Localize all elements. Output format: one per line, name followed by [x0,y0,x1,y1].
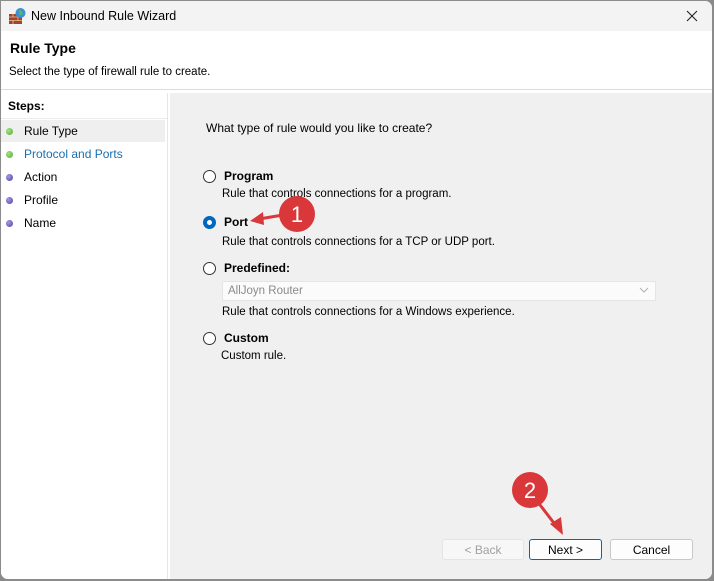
option-label[interactable]: Predefined: [224,261,290,275]
step-label: Action [24,170,58,184]
close-icon [686,10,698,22]
port-radio[interactable] [203,215,216,229]
step-pending-icon [6,196,13,204]
option-description: Custom rule. [221,350,287,362]
option-label[interactable]: Custom [224,331,269,345]
select-value: AllJoyn Router [228,285,303,297]
step-pending-icon [6,219,13,227]
option-description: Rule that controls connections for a pro… [222,188,452,200]
step-profile: Profile [1,189,165,211]
chevron-down-icon [639,287,649,293]
page-title: Rule Type [10,40,76,56]
step-protocol-and-ports[interactable]: Protocol and Ports [1,143,165,165]
main-panel: What type of rule would you like to crea… [170,93,712,579]
question-text: What type of rule would you like to crea… [206,121,433,135]
page-subtitle: Select the type of firewall rule to crea… [9,66,211,78]
cancel-button[interactable]: Cancel [610,539,693,560]
close-button[interactable] [672,1,712,31]
option-program[interactable]: Program [203,169,273,183]
predefined-radio[interactable] [203,261,216,275]
step-completed-icon [6,150,13,158]
step-label: Name [24,216,57,230]
steps-sidebar: Steps: Rule Type Protocol and Ports Acti… [1,93,168,579]
option-custom[interactable]: Custom [203,331,269,345]
next-button[interactable]: Next > [529,539,602,560]
program-radio[interactable] [203,169,216,183]
option-description: Rule that controls connections for a Win… [222,306,515,318]
window-title: New Inbound Rule Wizard [31,9,177,23]
step-rule-type[interactable]: Rule Type [1,120,165,142]
option-predefined[interactable]: Predefined: [203,261,290,275]
back-button[interactable]: < Back [442,539,524,560]
predefined-select[interactable]: AllJoyn Router [222,281,656,301]
wizard-header: Rule Type Select the type of firewall ru… [1,31,712,90]
divider [1,118,167,119]
option-description: Rule that controls connections for a TCP… [222,236,495,248]
title-bar[interactable]: New Inbound Rule Wizard [1,1,712,31]
firewall-icon [9,8,26,24]
option-label[interactable]: Port [224,215,248,229]
step-name: Name [1,212,165,234]
option-label[interactable]: Program [224,169,273,183]
step-pending-icon [6,173,13,181]
step-label: Rule Type [24,124,78,138]
step-action: Action [1,166,165,188]
wizard-window: New Inbound Rule Wizard Rule Type Select… [0,0,713,580]
step-label: Profile [24,193,59,207]
step-completed-icon [6,127,13,135]
option-port[interactable]: Port [203,215,248,229]
step-label[interactable]: Protocol and Ports [24,147,123,161]
custom-radio[interactable] [203,331,216,345]
steps-label: Steps: [8,99,45,113]
